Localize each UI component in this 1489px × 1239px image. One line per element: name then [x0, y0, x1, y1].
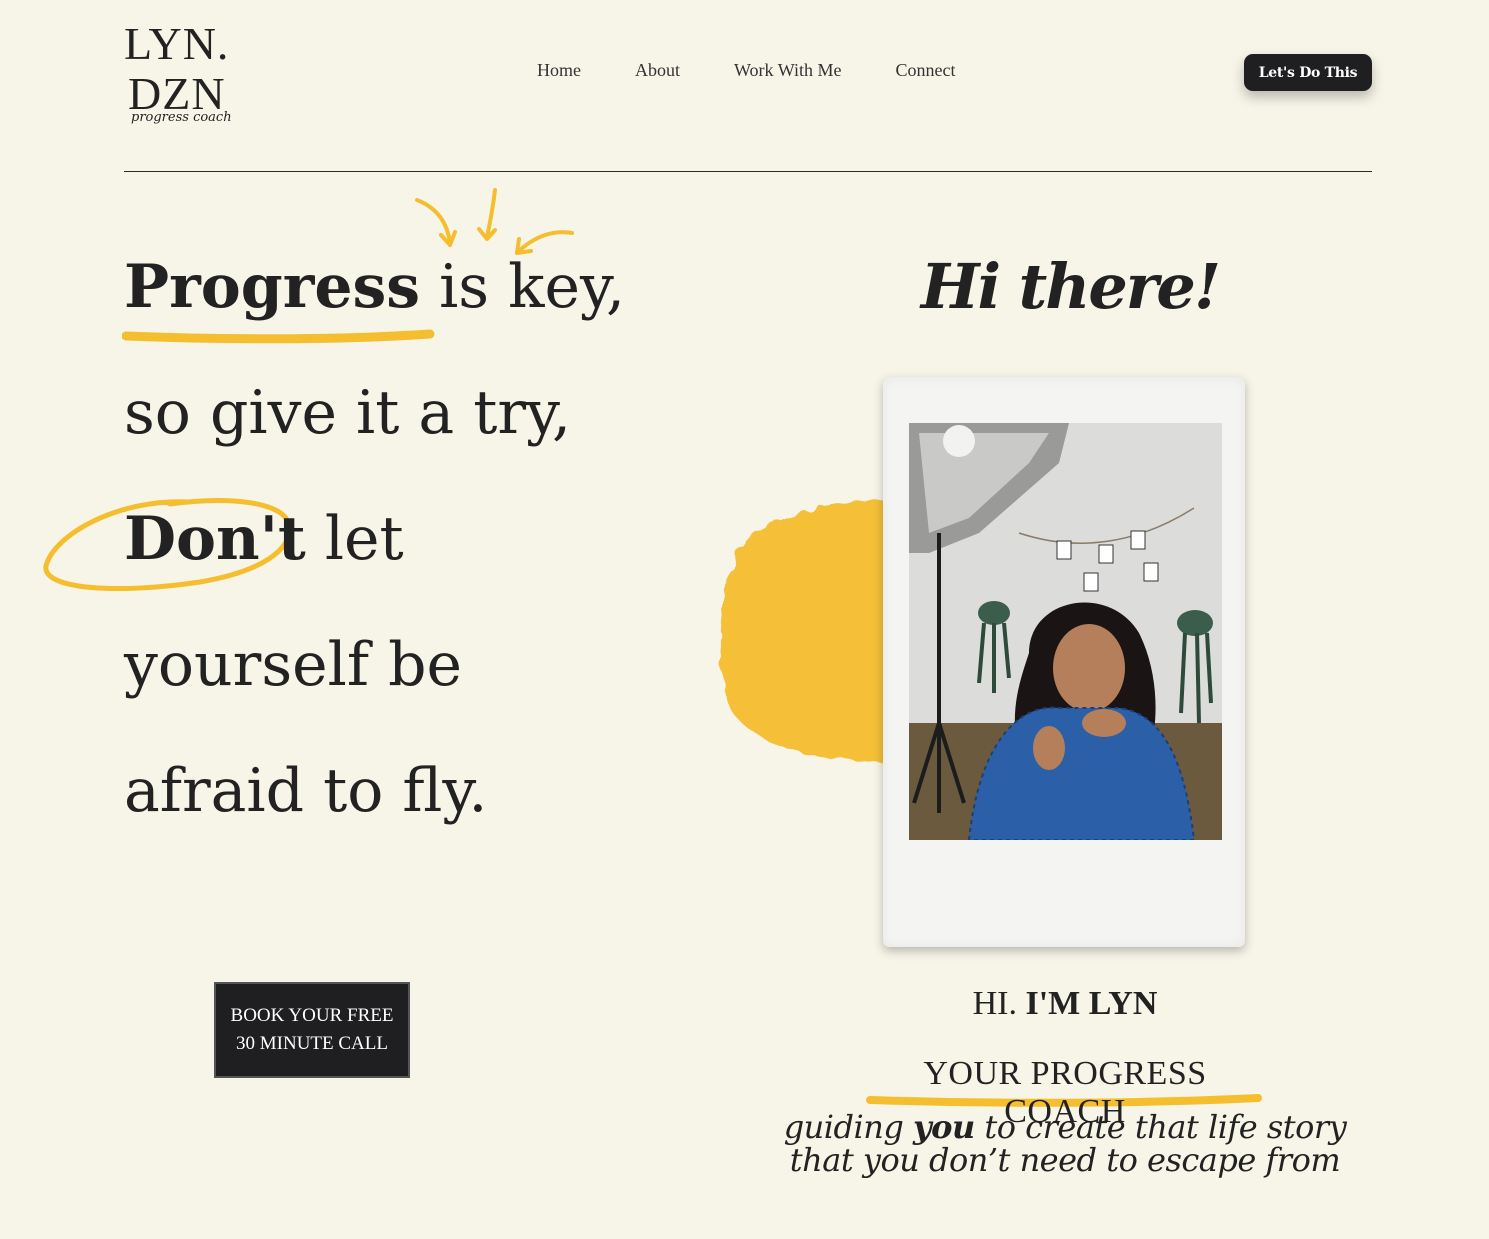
logo-tagline: progress coach: [131, 110, 232, 125]
main-nav: Home About Work With Me Connect: [537, 60, 955, 81]
paint-stroke-decoration: [720, 498, 901, 762]
book-button-line-1: BOOK YOUR FREE: [230, 1005, 394, 1026]
headline-is: is: [420, 252, 490, 322]
headline-line-3: Don't let: [124, 504, 404, 574]
portrait-illustration: [909, 423, 1222, 840]
coach-photo: [909, 423, 1222, 840]
nav-about[interactable]: About: [635, 60, 680, 81]
logo[interactable]: LYN. DZN progress coach: [124, 18, 244, 125]
headline-line-5: afraid to fly.: [124, 756, 488, 826]
lets-do-this-button[interactable]: Let's Do This: [1244, 54, 1372, 91]
intro-hi: HI.: [972, 985, 1017, 1022]
headline-line-2: so give it a try,: [124, 378, 572, 448]
intro-im-lyn: I'M LYN: [1025, 985, 1158, 1022]
progress-underline: [122, 329, 435, 344]
headline-dont: Don't: [124, 504, 306, 574]
headline-line-1: Progress is key,: [124, 252, 625, 322]
book-button-line-2: 30 MINUTE CALL: [236, 1033, 388, 1054]
headline-let: let: [324, 504, 404, 574]
header-divider: [124, 171, 1372, 172]
nav-work-with-me[interactable]: Work With Me: [734, 60, 841, 81]
headline-key: key,: [489, 252, 626, 322]
greeting-heading: Hi there!: [920, 250, 1221, 323]
nav-home[interactable]: Home: [537, 60, 581, 81]
intro-name: HI. I'M LYN: [860, 985, 1270, 1023]
nav-connect[interactable]: Connect: [895, 60, 955, 81]
headline-line-4: yourself be: [124, 630, 463, 700]
logo-line-1: LYN.: [124, 18, 230, 69]
arrows-doodle-icon: [415, 188, 574, 255]
tagline-line-2: that you don’t need to escape from: [789, 1141, 1341, 1179]
headline-progress: Progress: [124, 252, 421, 322]
book-free-call-button[interactable]: BOOK YOUR FREE 30 MINUTE CALL: [214, 982, 410, 1078]
